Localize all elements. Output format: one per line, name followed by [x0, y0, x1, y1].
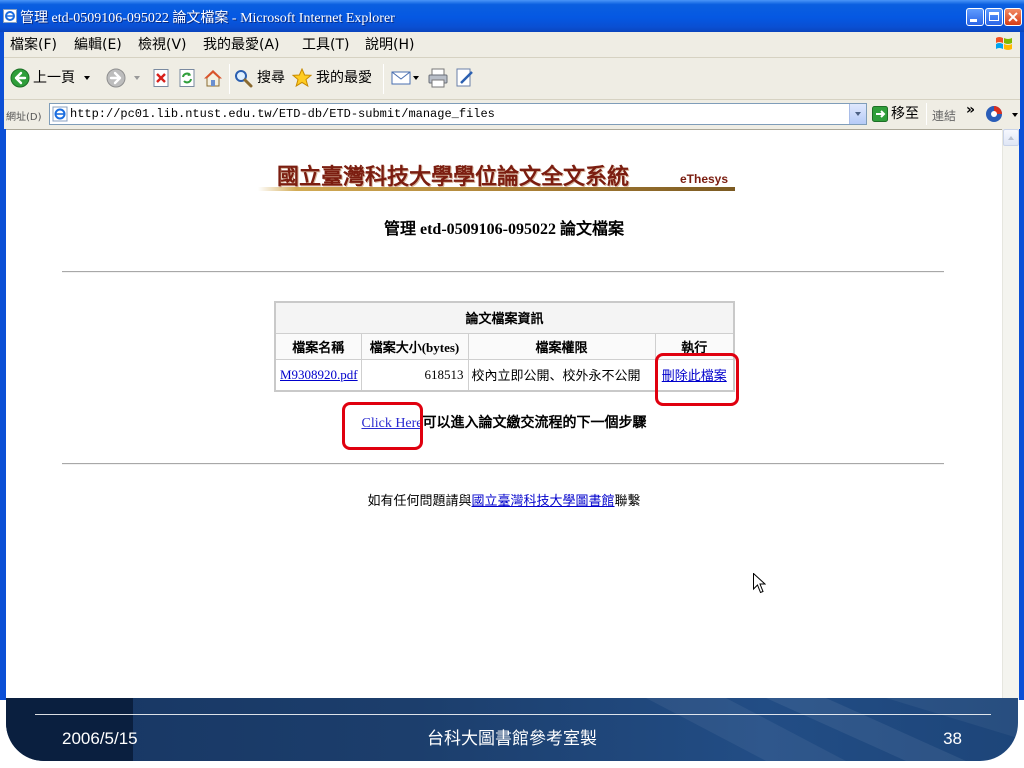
- chevron-down-icon: [855, 112, 861, 116]
- next-step-line: Click Here可以進入論文繳交流程的下一個步驟: [6, 415, 1002, 433]
- site-logo-brand: eThesys: [680, 172, 729, 186]
- close-button[interactable]: [1004, 8, 1022, 26]
- next-step-text: 可以進入論文繳交流程的下一個步驟: [422, 416, 647, 431]
- table-caption: 論文檔案資訊: [274, 301, 735, 334]
- minimize-icon: [970, 19, 977, 22]
- menu-favorites[interactable]: 我的最愛(A): [203, 36, 280, 54]
- address-dropdown-button[interactable]: [849, 104, 866, 124]
- links-label[interactable]: 連結: [932, 107, 956, 124]
- stop-icon[interactable]: [151, 68, 171, 88]
- vertical-scrollbar[interactable]: [1002, 129, 1019, 700]
- menu-edit[interactable]: 編輯(E): [74, 36, 122, 54]
- divider: [62, 271, 944, 273]
- scroll-up-icon: [1008, 136, 1014, 140]
- window-title: 管理 etd-0509106-095022 論文檔案 - Microsoft I…: [20, 11, 395, 26]
- title-bar[interactable]: 管理 etd-0509106-095022 論文檔案 - Microsoft I…: [0, 0, 1024, 32]
- column-header-filename: 檔案名稱: [274, 332, 362, 360]
- file-size-cell: 618513: [360, 358, 469, 392]
- edit-icon[interactable]: [455, 68, 475, 88]
- file-name-link[interactable]: M9308920.pdf: [280, 367, 358, 382]
- address-input[interactable]: http://pc01.lib.ntust.edu.tw/ETD-db/ETD-…: [49, 103, 867, 125]
- go-icon[interactable]: [872, 106, 888, 122]
- print-icon[interactable]: [428, 68, 448, 88]
- links-more-button[interactable]: »: [966, 102, 975, 118]
- favorites-button-label[interactable]: 我的最愛: [316, 69, 372, 87]
- toolbar-separator: [926, 103, 927, 125]
- library-link[interactable]: 國立臺灣科技大學圖書館: [471, 493, 614, 508]
- toolbar-separator: [383, 64, 384, 94]
- slide-credit: 台科大圖書館參考室製: [427, 729, 597, 748]
- file-permission-cell: 校內立即公開、校外永不公開: [467, 358, 656, 392]
- highlight-box-delete: [655, 353, 739, 406]
- back-dropdown-icon[interactable]: [84, 76, 90, 80]
- divider: [62, 463, 944, 465]
- refresh-icon[interactable]: [177, 68, 197, 88]
- mail-icon[interactable]: [391, 68, 411, 88]
- minimize-button[interactable]: [966, 8, 984, 26]
- footer-rule: [35, 714, 991, 715]
- page-title: 管理 etd-0509106-095022 論文檔案: [384, 221, 624, 238]
- close-icon: [1008, 12, 1018, 22]
- contact-suffix: 聯繫: [614, 493, 641, 508]
- maximize-icon: [989, 12, 999, 21]
- favorites-icon[interactable]: [292, 68, 312, 88]
- contact-line: 如有任何問題請與國立臺灣科技大學圖書館聯繫: [6, 492, 1002, 509]
- search-icon[interactable]: [233, 68, 253, 88]
- slide-page-number: 38: [943, 729, 962, 748]
- ie-page-icon: [52, 106, 68, 122]
- mouse-cursor-icon: [753, 573, 766, 594]
- menu-bar: 檔案(F) 編輯(E) 檢視(V) 我的最愛(A) 工具(T) 說明(H): [4, 32, 1020, 58]
- logo-underline: [258, 187, 735, 191]
- toolbar-extension-icon[interactable]: [985, 105, 1003, 123]
- highlight-box-click-here: [342, 402, 423, 450]
- go-button[interactable]: 移至: [891, 105, 919, 123]
- maximize-button[interactable]: [985, 8, 1003, 26]
- standard-toolbar: 上一頁 搜尋 我的最愛: [4, 58, 1020, 100]
- column-header-size: 檔案大小(bytes): [360, 332, 469, 360]
- menu-tools[interactable]: 工具(T): [302, 36, 349, 54]
- browser-window: 管理 etd-0509106-095022 論文檔案 - Microsoft I…: [0, 0, 1024, 700]
- search-button-label[interactable]: 搜尋: [257, 69, 285, 87]
- ie-page-icon: [3, 9, 17, 23]
- menu-file[interactable]: 檔案(F): [10, 36, 57, 54]
- column-header-permission: 檔案權限: [467, 332, 656, 360]
- address-url[interactable]: http://pc01.lib.ntust.edu.tw/ETD-db/ETD-…: [70, 107, 495, 121]
- toolbar-separator: [229, 64, 230, 94]
- address-label: 網址(D): [6, 112, 42, 123]
- menu-help[interactable]: 說明(H): [365, 36, 414, 54]
- forward-icon[interactable]: [106, 68, 126, 88]
- windows-flag-icon: [996, 37, 1012, 50]
- contact-prefix: 如有任何問題請與: [367, 493, 472, 508]
- mail-dropdown-icon[interactable]: [413, 76, 419, 80]
- address-bar: 網址(D) http://pc01.lib.ntust.edu.tw/ETD-d…: [4, 100, 1020, 129]
- slide-footer: 2006/5/15 台科大圖書館參考室製 38: [6, 698, 1018, 761]
- chevron-down-icon[interactable]: [1012, 113, 1018, 117]
- page-content: 國立臺灣科技大學學位論文全文系統 eThesys 管理 etd-0509106-…: [6, 129, 1002, 700]
- forward-dropdown-icon[interactable]: [134, 76, 140, 80]
- back-button-label[interactable]: 上一頁: [33, 69, 75, 87]
- home-icon[interactable]: [203, 68, 223, 88]
- back-icon[interactable]: [10, 68, 30, 88]
- scroll-up-button[interactable]: [1003, 129, 1019, 146]
- menu-view[interactable]: 檢視(V): [138, 36, 187, 54]
- file-name-cell: M9308920.pdf: [274, 358, 362, 392]
